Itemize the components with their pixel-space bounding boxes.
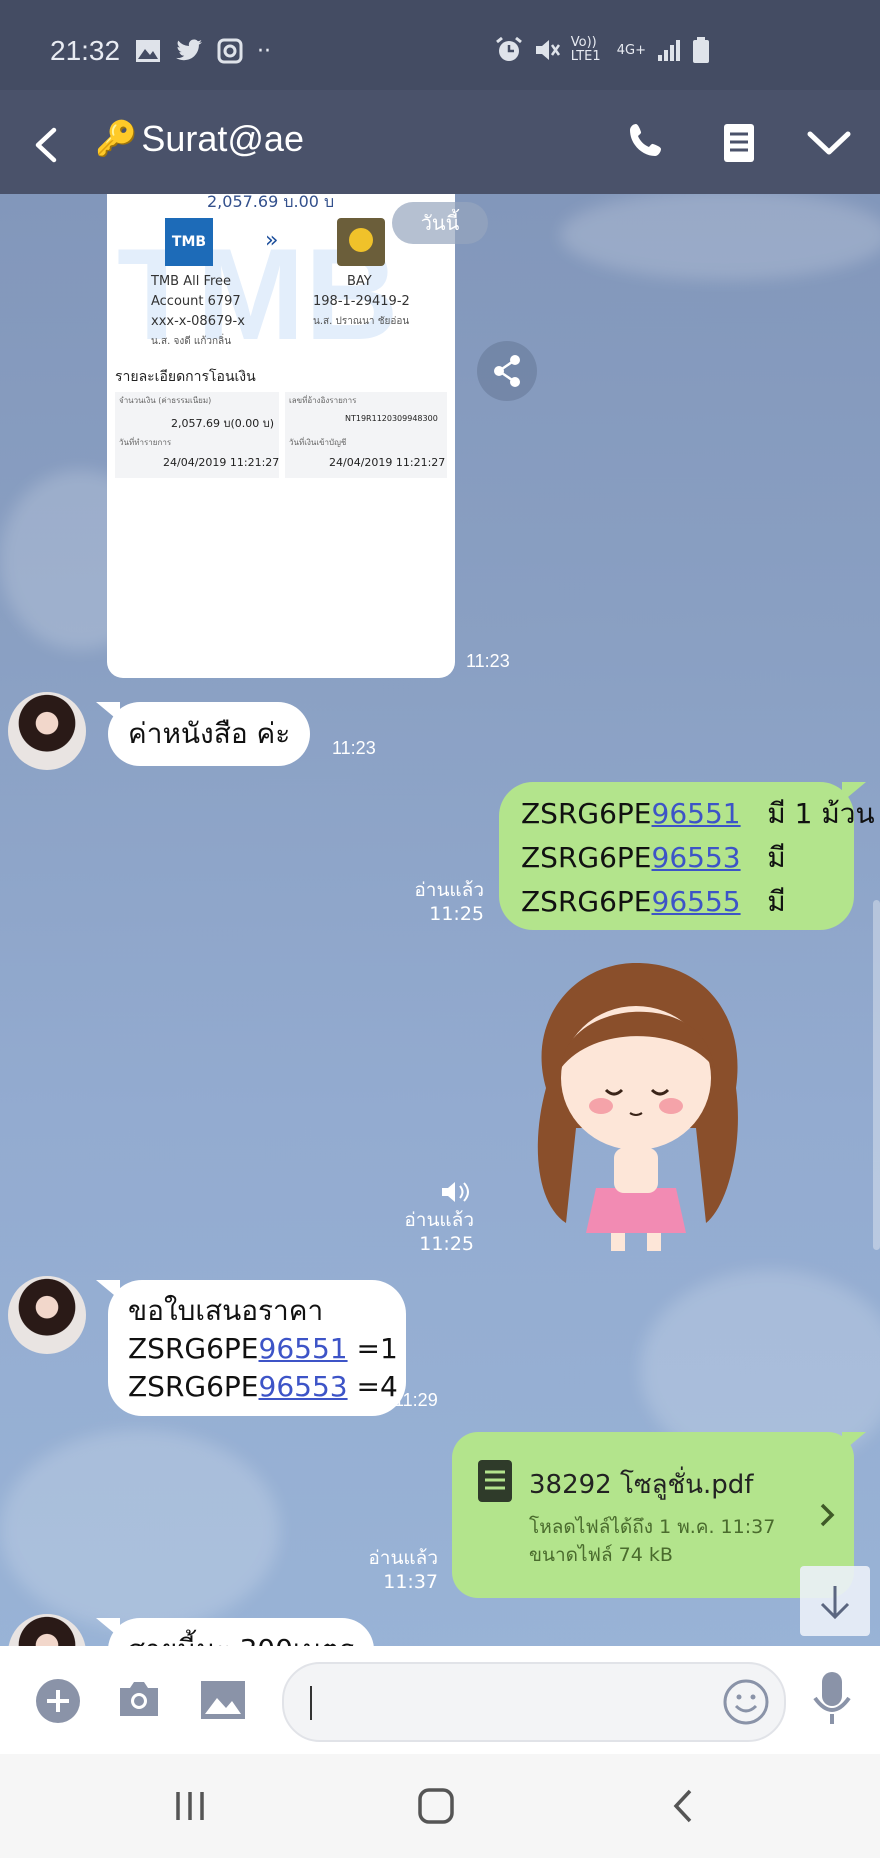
to-account-holder: น.ส. ปราณนา ชัยอ่อน	[313, 316, 410, 327]
code-line: ZSRG6PE96553 มี	[521, 841, 786, 874]
chevron-down-icon[interactable]	[804, 118, 854, 168]
nav-back-icon[interactable]	[664, 1786, 704, 1826]
girl-sticker[interactable]	[506, 958, 766, 1258]
receipt-field-value: 24/04/2019 11:21:27	[329, 456, 446, 469]
add-icon[interactable]	[35, 1678, 81, 1724]
scrollbar[interactable]	[873, 900, 880, 1250]
network-label: Vo)) LTE1	[570, 35, 601, 64]
receipt-field-value: 2,057.69 บ(0.00 บ)	[171, 417, 275, 430]
battery-icon	[693, 37, 709, 63]
alarm-icon	[495, 36, 522, 61]
signal-icon	[658, 40, 680, 61]
document-icon	[478, 1460, 512, 1502]
gallery-notification-icon	[136, 40, 160, 62]
message-time: 11:29	[394, 1390, 438, 1410]
message-input[interactable]	[282, 1662, 786, 1742]
receipt-field-value: 24/04/2019 11:21:27	[163, 456, 280, 469]
chat-title[interactable]: 🔑 Surat@ae	[95, 118, 304, 160]
receipt-field-label: จำนวนเงิน (ค่าธรรมเนียม)	[119, 396, 212, 405]
message-bubble: ค่าหนังสือ ค่ะ	[108, 702, 311, 766]
code-line: ZSRG6PE96551 =1	[128, 1332, 398, 1365]
message-text: ค่าหนังสือ ค่ะ	[128, 717, 291, 750]
file-message[interactable]: 38292 โซลูชั่น.pdf โหลดไฟล์ได้ถึง 1 พ.ค.…	[452, 1432, 854, 1598]
receipt-field-label: วันที่เงินเข้าบัญชี	[289, 438, 347, 447]
chat-title-text: Surat@ae	[141, 118, 304, 159]
microphone-icon[interactable]	[810, 1670, 854, 1728]
read-receipt: อ่านแล้ว 11:37	[368, 1547, 438, 1593]
scroll-to-bottom-button[interactable]	[800, 1566, 870, 1636]
phone-call-icon[interactable]	[622, 118, 672, 168]
message-composer	[0, 1646, 880, 1754]
status-bar: 21:32 ·· Vo)) LTE1 4G+	[0, 0, 880, 90]
message-bubble: ขอใบเสนอราคา ZSRG6PE96551 =1 ZSRG6PE9655…	[108, 1280, 406, 1416]
emoji-icon[interactable]	[722, 1678, 770, 1726]
code-link[interactable]: 96553	[652, 841, 741, 874]
from-account-holder: น.ส. จงดี แก้วกลิ่น	[151, 336, 232, 347]
code-link[interactable]: 96551	[259, 1332, 348, 1365]
image-icon[interactable]	[200, 1680, 246, 1720]
message-text: ขอใบเสนอราคา	[128, 1294, 324, 1327]
instagram-icon	[217, 38, 243, 64]
chat-header: 🔑 Surat@ae	[0, 90, 880, 194]
code-link[interactable]: 96551	[652, 797, 741, 830]
code-link[interactable]: 96553	[259, 1370, 348, 1403]
status-time: 21:32	[50, 35, 121, 66]
contact-avatar[interactable]	[8, 1276, 86, 1354]
receipt-field-label: เลขที่อ้างอิงรายการ	[289, 396, 357, 405]
message-bubble: ZSRG6PE96551 มี 1 ม้วน ZSRG6PE96553 มี Z…	[499, 782, 875, 930]
code-line: ZSRG6PE96551 มี 1 ม้วน	[521, 797, 875, 830]
sound-icon[interactable]	[440, 1180, 472, 1204]
code-line: ZSRG6PE96553 =4	[128, 1370, 398, 1403]
contact-avatar[interactable]	[8, 692, 86, 770]
from-account-number: xxx-x-08679-x	[151, 314, 245, 329]
back-arrow-icon[interactable]	[22, 120, 72, 170]
transfer-receipt-image[interactable]: TMB 2,057.69 บ.00 บ TMB » TMB All Free A…	[107, 194, 455, 678]
arrow-down-icon	[820, 1586, 850, 1620]
message-time: 11:23	[466, 651, 510, 671]
system-nav-bar	[0, 1754, 880, 1858]
receipt-section-title: รายละเอียดการโอนเงิน	[115, 369, 256, 385]
code-link[interactable]: 96555	[652, 885, 741, 918]
notes-icon[interactable]	[714, 118, 764, 168]
transfer-arrow-icon: »	[265, 228, 279, 253]
read-receipt: อ่านแล้ว 11:25	[414, 879, 484, 925]
chevron-right-icon	[820, 1503, 835, 1527]
mute-icon	[535, 40, 560, 60]
recent-apps-icon[interactable]	[170, 1786, 210, 1826]
home-icon[interactable]	[416, 1786, 456, 1826]
tmb-logo: TMB	[165, 218, 213, 266]
to-account-number: 198-1-29419-2	[313, 294, 410, 309]
message-time: 11:23	[332, 738, 376, 758]
file-expiry: โหลดไฟล์ได้ถึง 1 พ.ค. 11:37	[529, 1516, 776, 1538]
receipt-field-label: วันที่ทำรายการ	[119, 438, 172, 447]
bay-logo	[337, 218, 385, 266]
receipt-amount-top: 2,057.69 บ.00 บ	[207, 194, 335, 211]
from-account-name: Account 6797	[151, 294, 241, 309]
network-type: 4G+	[616, 42, 646, 58]
file-name: 38292 โซลูชั่น.pdf	[529, 1470, 754, 1500]
code-line: ZSRG6PE96555 มี	[521, 885, 786, 918]
key-emoji: 🔑	[95, 120, 138, 158]
read-receipt: อ่านแล้ว 11:25	[404, 1209, 474, 1255]
file-size: ขนาดไฟล์ 74 kB	[529, 1544, 673, 1566]
camera-icon[interactable]	[116, 1678, 162, 1720]
more-notifications: ··	[257, 38, 271, 64]
twitter-icon	[176, 39, 202, 61]
receipt-field-value: NT19R1120309948300	[345, 414, 438, 423]
share-button[interactable]	[477, 341, 537, 401]
date-divider: วันนี้	[392, 202, 488, 244]
to-bank-label: BAY	[347, 274, 372, 289]
from-account-label: TMB All Free	[151, 274, 232, 289]
share-icon	[494, 355, 520, 387]
